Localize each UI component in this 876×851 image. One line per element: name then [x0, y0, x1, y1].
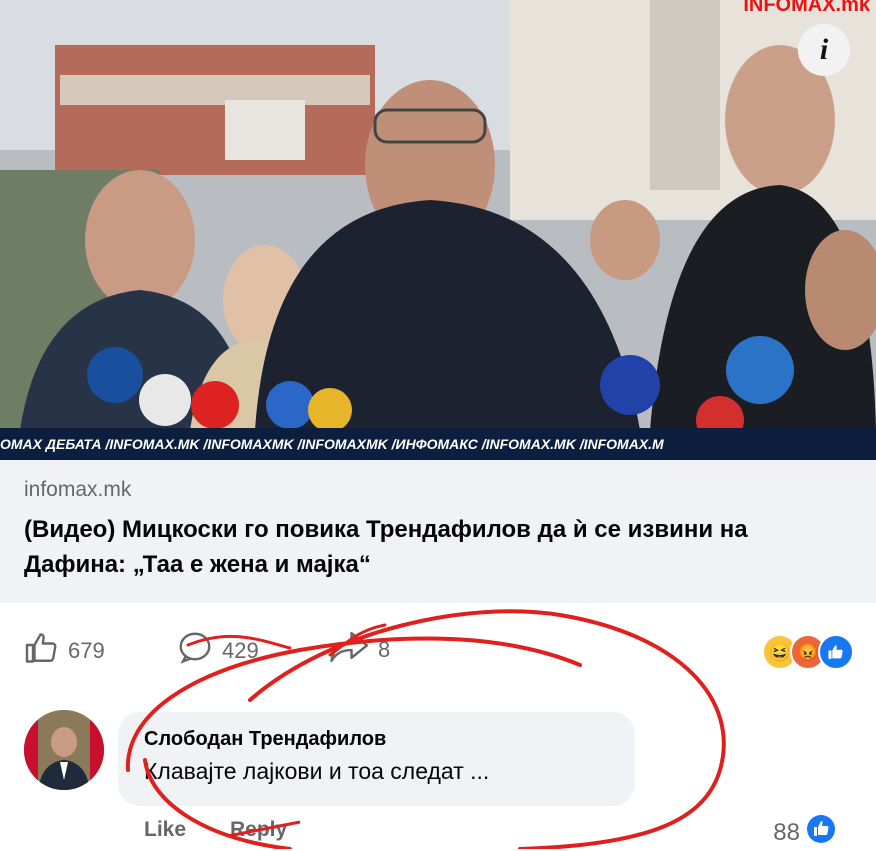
share-action[interactable]: 8 [330, 630, 390, 670]
infomax-logo: INFOMAX.mk [743, 0, 870, 16]
comment-reply-button[interactable]: Reply [230, 818, 287, 842]
news-ticker: ОМАХ ДЕБАТА /INFOMAX.MK /INFOMAXMK /INFO… [0, 428, 876, 460]
thumbs-up-icon [24, 630, 60, 672]
like-action[interactable]: 679 [24, 630, 105, 672]
post-image[interactable]: INFOMAX.mk i ОМАХ ДЕБАТА /INFOMAX.MK /IN… [0, 0, 876, 460]
comment-like-button[interactable]: Like [144, 818, 186, 842]
comment-author[interactable]: Слободан Трендафилов [144, 728, 386, 751]
source-domain: infomax.mk [24, 478, 132, 501]
post-headline[interactable]: (Видео) Мицкоски го повика Трендафилов д… [24, 512, 844, 582]
info-button[interactable]: i [798, 24, 850, 76]
press-conference-photo [0, 0, 876, 460]
share-count-post: 8 [378, 637, 391, 662]
comment-count-post: 429 [222, 638, 259, 663]
comment-text: Клавајте лајкови и тоа следат ... [144, 758, 490, 784]
comment-action[interactable]: 429 [176, 630, 259, 672]
like-count-post: 679 [68, 638, 105, 663]
comment-like-count: 88 [773, 818, 800, 846]
comment-bubble-icon [176, 630, 214, 672]
share-arrow-icon [330, 630, 370, 670]
commenter-avatar[interactable] [24, 710, 104, 790]
like-icon [818, 634, 854, 670]
post-action-bar: 679 429 8 😆 😡 [0, 620, 876, 680]
reaction-summary[interactable]: 😆 😡 [762, 634, 854, 670]
comment-reaction-count[interactable]: 88 [773, 814, 836, 851]
like-badge-icon [806, 814, 836, 851]
